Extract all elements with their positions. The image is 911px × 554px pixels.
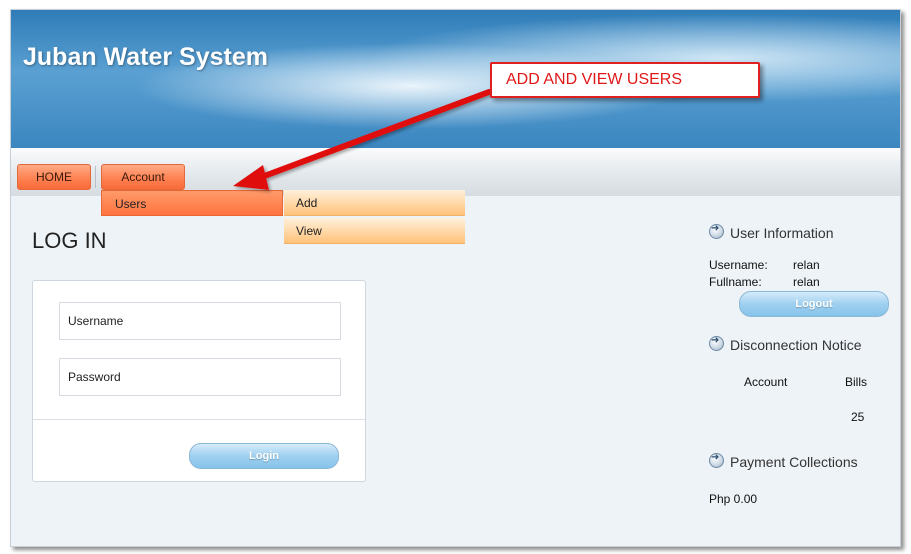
login-fields-area [33,281,365,420]
logout-button[interactable]: Logout [739,291,889,317]
disconnection-title: Disconnection Notice [730,337,862,353]
arrow-circle-icon [709,335,724,351]
dropdown-users-item[interactable]: Users [101,190,283,216]
header-banner: Juban Water System [11,10,900,148]
app-window: Juban Water System HOME Account Users Ad… [10,9,901,547]
arrow-circle-icon [709,223,724,239]
site-title: Juban Water System [23,43,268,71]
fullname-value: relan [793,275,820,289]
nav-bar: HOME Account [11,148,900,196]
payments-title: Payment Collections [730,454,858,470]
login-panel: Login [32,280,366,482]
col-account-header: Account [744,375,788,389]
login-heading: LOG IN [32,228,107,253]
payments-heading: Payment Collections [709,452,858,470]
arrow-circle-icon [709,452,724,468]
nav-account-button[interactable]: Account [101,164,185,190]
username-label: Username: [709,258,768,272]
password-input[interactable] [59,358,341,396]
submenu-add-item[interactable]: Add [284,190,465,216]
submenu-view-item[interactable]: View [284,218,465,244]
login-button[interactable]: Login [189,443,339,469]
payments-amount: Php 0.00 [709,492,758,506]
disconnection-heading: Disconnection Notice [709,335,862,353]
fullname-label: Fullname: [709,275,762,289]
nav-separator [95,166,96,188]
annotation-callout: ADD AND VIEW USERS [490,62,760,98]
user-info-heading: User Information [709,223,834,241]
nav-home-button[interactable]: HOME [17,164,91,190]
bills-value: 25 [851,410,865,424]
user-info-title: User Information [730,225,834,241]
username-input[interactable] [59,302,341,340]
col-bills-header: Bills [845,375,868,389]
username-value: relan [793,258,820,272]
